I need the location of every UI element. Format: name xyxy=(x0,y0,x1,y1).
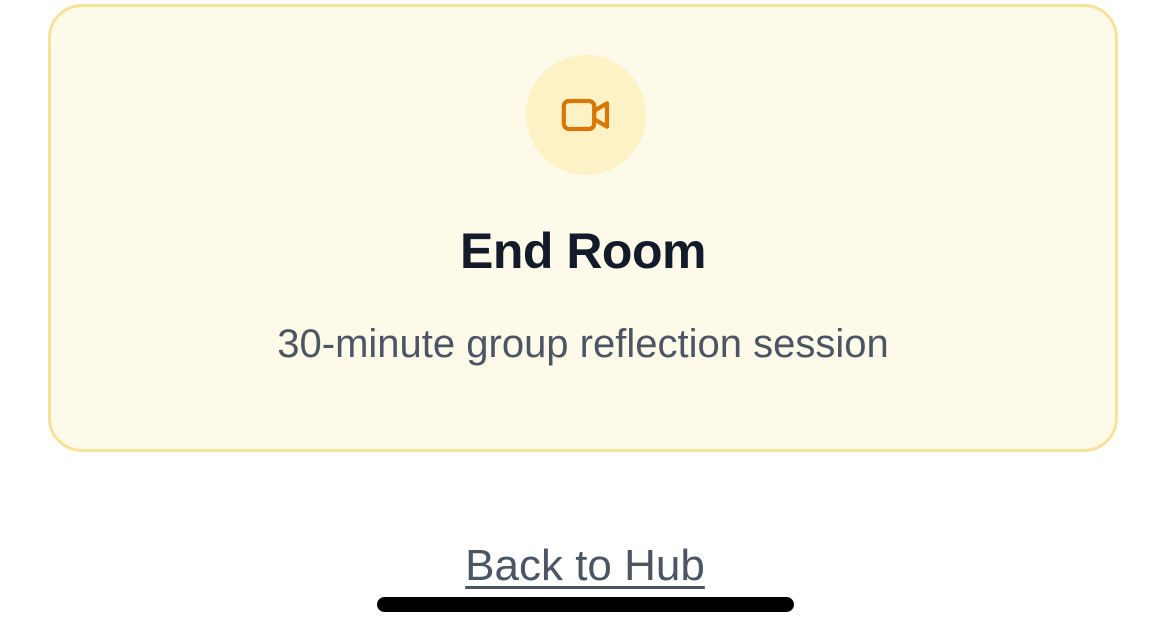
home-indicator xyxy=(377,597,794,612)
back-to-hub-link[interactable]: Back to Hub xyxy=(0,538,1170,594)
card-subtitle: 30-minute group reflection session xyxy=(277,322,889,366)
page: End Room 30-minute group reflection sess… xyxy=(0,0,1170,636)
end-room-card[interactable]: End Room 30-minute group reflection sess… xyxy=(48,4,1118,452)
video-camera-icon xyxy=(561,98,610,132)
icon-badge xyxy=(526,55,646,175)
card-title: End Room xyxy=(460,223,706,279)
